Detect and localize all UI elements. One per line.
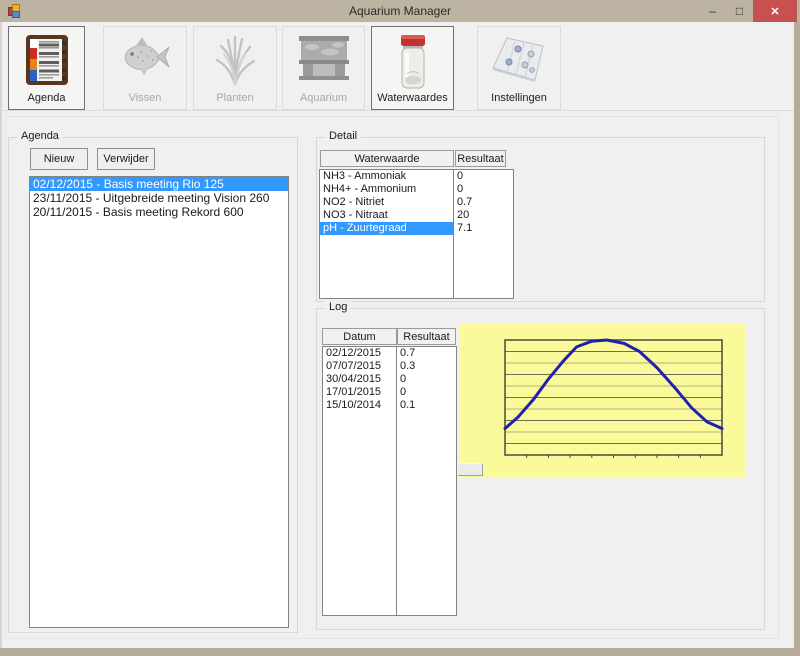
toolbar-button-label: Instellingen <box>491 92 547 104</box>
list-item[interactable]: 0 <box>397 373 456 386</box>
list-item[interactable]: 30/04/2015 <box>323 373 396 386</box>
list-item[interactable]: pH - Zuurtegraad <box>320 222 453 235</box>
toolbar-button-instellingen[interactable]: Instellingen <box>477 26 561 110</box>
water-sample-icon <box>396 34 430 90</box>
list-item[interactable]: 15/10/2014 <box>323 399 396 412</box>
minimize-button[interactable]: – <box>699 0 726 22</box>
agenda-icon <box>24 34 70 86</box>
toolbar-button-label: Waterwaardes <box>377 92 448 104</box>
list-item[interactable]: NO2 - Nitriet <box>320 196 453 209</box>
toolbar-button-label: Vissen <box>129 92 162 104</box>
delete-button[interactable]: Verwijder <box>97 148 155 170</box>
list-item[interactable]: 02/12/2015 - Basis meeting Rio 125 <box>30 177 288 191</box>
detail-group-label: Detail <box>325 130 361 142</box>
log-date-list[interactable]: 02/12/201507/07/201530/04/201517/01/2015… <box>322 346 397 616</box>
toolbar-button-vissen[interactable]: Vissen <box>103 26 187 110</box>
aquarium-icon <box>296 34 352 82</box>
toolbar-button-planten[interactable]: Planten <box>193 26 277 110</box>
new-button[interactable]: Nieuw <box>30 148 88 170</box>
toolbar-button-waterwaardes[interactable]: Waterwaardes <box>371 26 454 110</box>
fish-icon <box>117 34 173 80</box>
list-item[interactable]: 02/12/2015 <box>323 347 396 360</box>
toolbar-button-label: Aquarium <box>300 92 347 104</box>
app-window: Aquarium Manager – □ ✕ <box>0 0 800 656</box>
list-item[interactable]: 23/11/2015 - Uitgebreide meeting Vision … <box>30 191 288 205</box>
list-item[interactable]: 17/01/2015 <box>323 386 396 399</box>
log-group-label: Log <box>325 301 351 313</box>
list-item[interactable]: NH4+ - Ammonium <box>320 183 453 196</box>
agenda-groupbox: Agenda Nieuw Verwijder 02/12/2015 - Basi… <box>8 137 298 633</box>
waterwaarde-column-header[interactable]: Waterwaarde <box>320 150 454 167</box>
log-value-list[interactable]: 0.70.3000.1 <box>396 346 457 616</box>
list-item[interactable]: 07/07/2015 <box>323 360 396 373</box>
title-bar: Aquarium Manager – □ ✕ <box>0 0 800 22</box>
detail-value-list[interactable]: 000.7207.1 <box>453 169 514 299</box>
list-item[interactable]: NO3 - Nitraat <box>320 209 453 222</box>
window-border-right <box>794 22 800 656</box>
list-item[interactable]: 0.1 <box>397 399 456 412</box>
settings-icon <box>491 34 547 86</box>
list-item[interactable]: 0 <box>454 170 513 183</box>
window-border-bottom <box>0 648 800 656</box>
agenda-group-label: Agenda <box>17 130 63 142</box>
list-item[interactable]: NH3 - Ammoniak <box>320 170 453 183</box>
maximize-button[interactable]: □ <box>726 0 753 22</box>
chart-corner-box <box>457 463 483 476</box>
toolbar-button-aquarium[interactable]: Aquarium <box>282 26 365 110</box>
list-item[interactable]: 7.1 <box>454 222 513 235</box>
toolbar-button-agenda[interactable]: Agenda <box>8 26 85 110</box>
window-title: Aquarium Manager <box>100 0 700 22</box>
plant-icon <box>211 34 259 86</box>
toolbar-button-label: Agenda <box>28 92 66 104</box>
app-icon <box>8 4 22 18</box>
window-border-left <box>0 22 2 656</box>
toolbar-separator <box>2 110 794 111</box>
list-item[interactable]: 0 <box>454 183 513 196</box>
list-item[interactable]: 20 <box>454 209 513 222</box>
window-controls: – □ ✕ <box>699 0 797 22</box>
close-button[interactable]: ✕ <box>753 0 797 22</box>
datum-column-header[interactable]: Datum <box>322 328 397 345</box>
list-item[interactable]: 20/11/2015 - Basis meeting Rekord 600 <box>30 205 288 219</box>
detail-name-list[interactable]: NH3 - AmmoniakNH4+ - AmmoniumNO2 - Nitri… <box>319 169 454 299</box>
list-item[interactable]: 0.7 <box>397 347 456 360</box>
list-item[interactable]: 0 <box>397 386 456 399</box>
chart-canvas <box>460 323 745 477</box>
detail-groupbox: Detail Waterwaarde Resultaat NH3 - Ammon… <box>316 137 765 302</box>
resultaat-column-header[interactable]: Resultaat <box>397 328 456 345</box>
log-chart <box>460 323 745 477</box>
resultaat-column-header[interactable]: Resultaat <box>455 150 506 167</box>
agenda-list[interactable]: 02/12/2015 - Basis meeting Rio 12523/11/… <box>29 176 289 628</box>
list-item[interactable]: 0.3 <box>397 360 456 373</box>
list-item[interactable]: 0.7 <box>454 196 513 209</box>
toolbar-button-label: Planten <box>216 92 253 104</box>
